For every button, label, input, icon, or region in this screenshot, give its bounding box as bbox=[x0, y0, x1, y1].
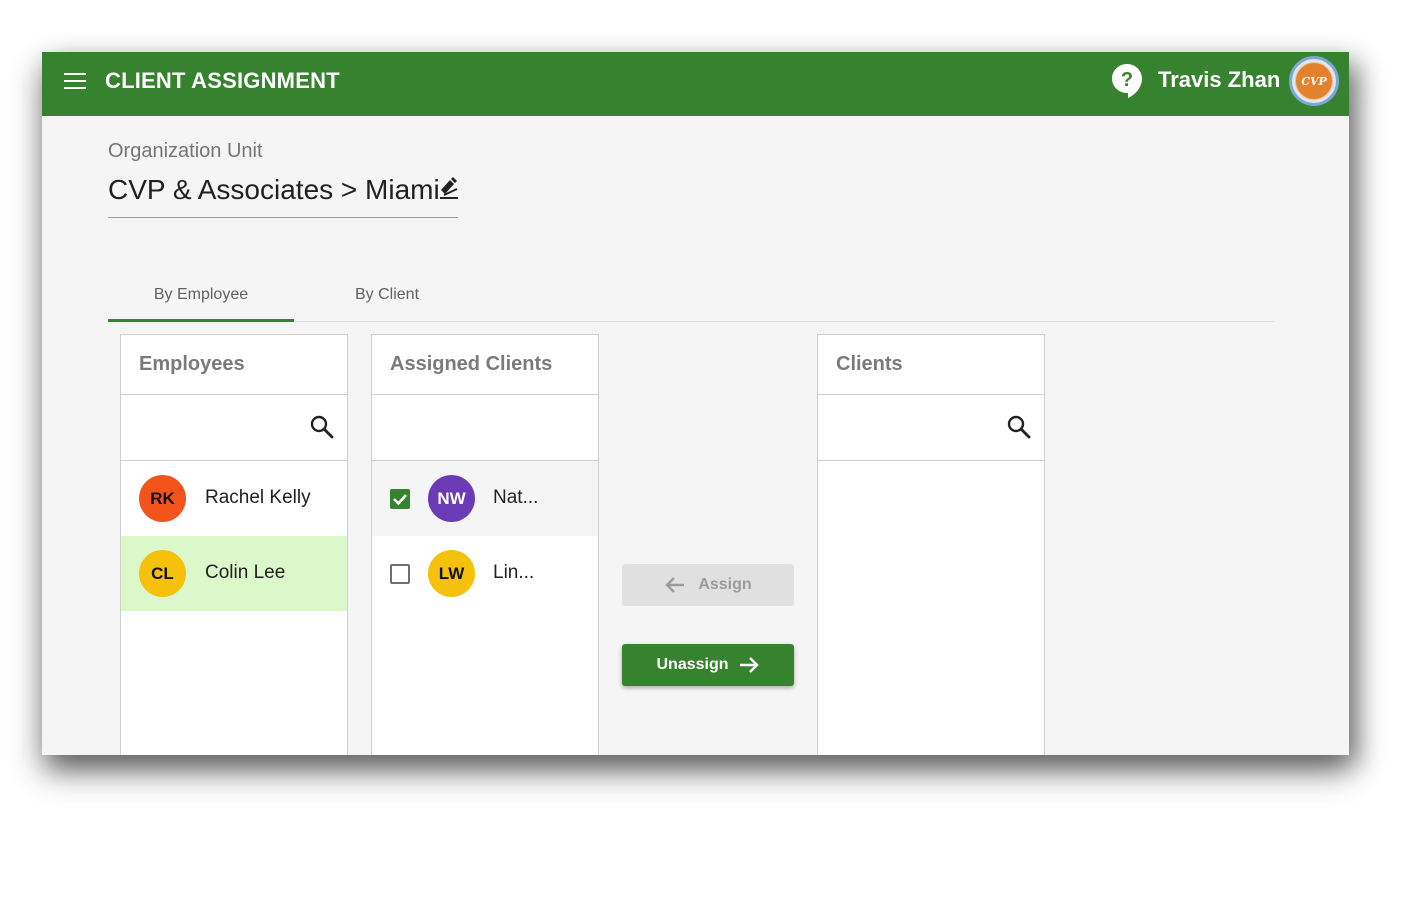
employee-name: Colin Lee bbox=[205, 562, 286, 583]
top-app-bar: CLIENT ASSIGNMENT ? Travis Zhan CVP bbox=[42, 52, 1349, 116]
client-avatar: LW bbox=[428, 550, 475, 597]
active-tab-indicator bbox=[108, 319, 294, 322]
unassign-button-label: Unassign bbox=[656, 656, 729, 673]
arrow-left-icon bbox=[665, 577, 685, 593]
client-avatar: NW bbox=[428, 475, 475, 522]
employee-row-colin-lee[interactable]: CL Colin Lee bbox=[121, 536, 347, 611]
clients-search bbox=[818, 395, 1044, 461]
avatar-logo: CVP bbox=[1295, 62, 1333, 100]
tab-by-client[interactable]: By Client bbox=[294, 268, 480, 322]
search-icon[interactable] bbox=[1006, 414, 1032, 440]
employee-avatar: RK bbox=[139, 475, 186, 522]
assign-button-label: Assign bbox=[698, 576, 752, 593]
user-name[interactable]: Travis Zhan bbox=[1158, 67, 1280, 93]
client-checkbox-checked[interactable] bbox=[390, 489, 410, 509]
app-window: CLIENT ASSIGNMENT ? Travis Zhan CVP Orga… bbox=[42, 52, 1349, 755]
unassign-button[interactable]: Unassign bbox=[622, 644, 794, 686]
menu-icon[interactable] bbox=[64, 73, 86, 91]
client-checkbox-unchecked[interactable] bbox=[390, 564, 410, 584]
user-avatar[interactable]: CVP bbox=[1289, 56, 1339, 106]
edit-icon[interactable] bbox=[438, 176, 460, 200]
check-icon bbox=[393, 494, 407, 506]
clients-header: Clients bbox=[818, 335, 1044, 395]
assigned-clients-header: Assigned Clients bbox=[372, 335, 598, 395]
assigned-clients-panel: Assigned Clients NW Nat... LW Lin... bbox=[371, 334, 599, 755]
client-name: Lin... bbox=[493, 562, 535, 583]
assigned-client-row-nw[interactable]: NW Nat... bbox=[372, 461, 598, 536]
employees-header: Employees bbox=[121, 335, 347, 395]
assigned-client-row-lw[interactable]: LW Lin... bbox=[372, 536, 598, 611]
help-icon[interactable]: ? bbox=[1110, 62, 1144, 100]
employees-search bbox=[121, 395, 347, 461]
employee-name: Rachel Kelly bbox=[205, 487, 311, 508]
clients-panel: Clients bbox=[817, 334, 1045, 755]
org-unit-value: CVP & Associates > Miami bbox=[108, 174, 440, 205]
assign-button[interactable]: Assign bbox=[622, 564, 794, 606]
svg-text:?: ? bbox=[1121, 69, 1133, 91]
search-icon[interactable] bbox=[309, 414, 335, 440]
tab-by-employee[interactable]: By Employee bbox=[108, 268, 294, 322]
client-name: Nat... bbox=[493, 487, 539, 508]
app-title: CLIENT ASSIGNMENT bbox=[105, 68, 340, 93]
employees-panel: Employees RK Rachel Kelly CL Colin Lee bbox=[120, 334, 348, 755]
arrow-right-icon bbox=[739, 657, 759, 673]
org-unit-field[interactable]: CVP & Associates > Miami bbox=[108, 170, 458, 218]
assigned-clients-filter bbox=[372, 395, 598, 461]
employee-avatar: CL bbox=[139, 550, 186, 597]
employee-row-rachel-kelly[interactable]: RK Rachel Kelly bbox=[121, 461, 347, 536]
view-tabs: By Employee By Client bbox=[108, 268, 1274, 322]
org-unit-label: Organization Unit bbox=[108, 140, 263, 162]
